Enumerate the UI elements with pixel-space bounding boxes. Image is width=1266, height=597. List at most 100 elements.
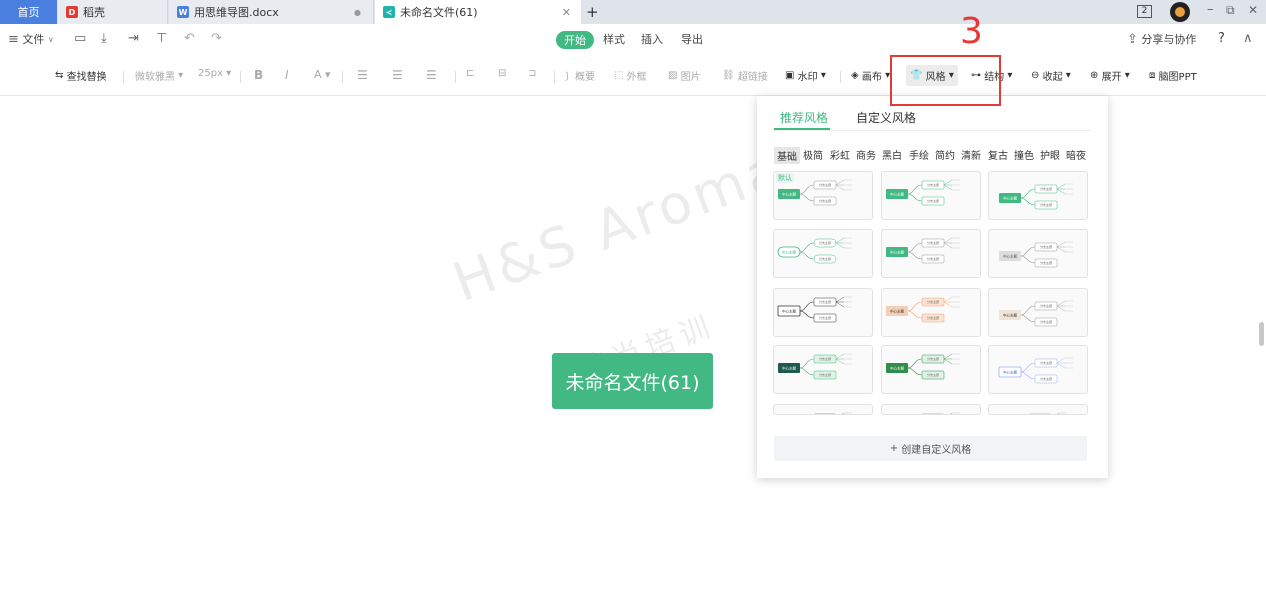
style-thumbnail[interactable]: 中心主题 分支主题 分支主题 <box>988 404 1088 415</box>
align-center-icon[interactable]: ☰ <box>392 68 403 82</box>
window-badge[interactable]: 2 <box>1137 5 1152 18</box>
tab-docx[interactable]: W 用思维导图.docx ● <box>169 0 374 24</box>
close-window-icon[interactable]: ✕ <box>1248 3 1258 17</box>
collapse-ribbon-icon[interactable]: ∧ <box>1243 31 1253 46</box>
font-color-button[interactable]: A ▾ <box>314 68 331 81</box>
tab-home[interactable]: 首页 <box>0 0 57 24</box>
share-button[interactable]: ⇪ 分享与协作 <box>1127 31 1196 47</box>
category-retro[interactable]: 复古 <box>988 147 1008 162</box>
summary-button[interactable]: 〕概要 <box>565 68 595 83</box>
category-eye-care[interactable]: 护眼 <box>1040 147 1060 162</box>
expand-label: 展开 <box>1101 72 1122 83</box>
category-business[interactable]: 商务 <box>856 147 876 162</box>
minimize-icon[interactable]: – <box>1207 2 1214 17</box>
close-icon[interactable]: ✕ <box>562 6 571 19</box>
new-tab-button[interactable]: + <box>586 0 602 24</box>
font-select[interactable]: 微软雅黑 ▾ <box>135 68 183 83</box>
align-right-icon[interactable]: ☰ <box>426 68 437 82</box>
style-thumbnail[interactable]: 中心主题 分支主题 分支主题 <box>988 229 1088 278</box>
expand-button[interactable]: ⊕ 展开 ▾ <box>1090 68 1130 83</box>
category-simple[interactable]: 简约 <box>935 147 955 162</box>
category-rainbow[interactable]: 彩虹 <box>830 147 850 162</box>
export-icon[interactable]: ⇥ <box>128 31 139 46</box>
preview-branch-line <box>907 367 923 376</box>
divider <box>840 71 841 83</box>
tab-mindmap[interactable]: ≺ 未命名文件(61) ✕ <box>375 0 581 24</box>
preview-leaf-line <box>943 184 953 191</box>
watermark-icon: ▣ <box>785 70 795 81</box>
image-button[interactable]: ▨ 图片 <box>668 68 701 83</box>
tab-bar: 首页 D 稻壳 W 用思维导图.docx ● ≺ 未命名文件(61) ✕ + 2… <box>0 0 1266 24</box>
preview-branch-line <box>907 193 923 202</box>
style-thumbnail[interactable]: 中心主题 分支主题 分支主题 <box>881 171 981 220</box>
preview-branch-label: 分支主题 <box>927 356 939 361</box>
image-icon: ▨ <box>668 70 678 81</box>
download-icon[interactable]: ⤓ <box>101 31 107 46</box>
style-thumbnail[interactable]: 中心主题 分支主题 分支主题 <box>881 404 981 415</box>
tab-recommended-style[interactable]: 推荐风格 <box>780 109 828 126</box>
style-thumbnail[interactable]: 中心主题 分支主题 分支主题 <box>773 288 873 337</box>
style-thumbnail[interactable]: 中心主题 分支主题 分支主题 <box>988 288 1088 337</box>
category-minimal[interactable]: 极简 <box>803 147 823 162</box>
link-button[interactable]: ⛓ 超链接 <box>722 68 768 83</box>
tab-export[interactable]: 导出 <box>681 31 703 47</box>
style-thumbnail[interactable]: 中心主题 分支主题 分支主题 <box>773 229 873 278</box>
canvas-button[interactable]: ◈ 画布 ▾ <box>851 68 890 83</box>
style-thumbnail[interactable]: 中心主题 分支主题 分支主题 <box>881 345 981 394</box>
preview-branch-label: 分支主题 <box>819 372 831 377</box>
insert-sibling-icon[interactable]: ⊟ <box>498 68 506 79</box>
preview-branch-label: 分支主题 <box>927 256 939 261</box>
style-thumbnail[interactable]: 中心主题 分支主题 分支主题 <box>988 171 1088 220</box>
format-painter-icon[interactable]: ⊤ <box>156 31 167 46</box>
plus-icon: + <box>889 443 899 454</box>
restore-icon[interactable]: ⧉ <box>1226 3 1235 18</box>
category-black-white[interactable]: 黑白 <box>882 147 902 162</box>
frame-button[interactable]: ⬚ 外框 <box>614 68 647 83</box>
tab-start[interactable]: 开始 <box>556 31 594 49</box>
style-thumbnail[interactable]: 中心主题 分支主题 分支主题 <box>773 404 873 415</box>
tab-export-label: 导出 <box>681 33 703 46</box>
help-button[interactable]: ? <box>1218 31 1225 46</box>
redo-icon[interactable]: ↷ <box>211 31 222 46</box>
avatar[interactable] <box>1170 2 1190 22</box>
preview-branch-label: 分支主题 <box>819 299 831 304</box>
category-dark[interactable]: 暗夜 <box>1066 147 1086 162</box>
save-icon[interactable]: ▭ <box>74 31 86 46</box>
find-replace-button[interactable]: ⇆ 查找替换 <box>55 68 107 83</box>
preview-branch-line <box>907 358 923 369</box>
preview-branch-label: 分支主题 <box>927 372 939 377</box>
category-contrast[interactable]: 撞色 <box>1014 147 1034 162</box>
file-menu[interactable]: ≡ 文件 ∨ <box>8 31 54 47</box>
insert-parent-icon[interactable]: ⊐ <box>528 68 536 79</box>
category-fresh[interactable]: 清新 <box>961 147 981 162</box>
preview-leaf-line <box>943 358 953 365</box>
mindmap-icon: ≺ <box>383 6 395 18</box>
preview-leaf-line <box>943 179 953 186</box>
align-left-icon[interactable]: ☰ <box>357 68 368 82</box>
style-thumbnail[interactable]: 中心主题 分支主题 分支主题 <box>881 288 981 337</box>
collapse-button[interactable]: ⊖ 收起 ▾ <box>1031 68 1071 83</box>
style-thumbnail[interactable]: 中心主题 分支主题 分支主题 <box>881 229 981 278</box>
style-thumbnail[interactable]: 中心主题 分支主题 分支主题 <box>988 345 1088 394</box>
style-thumbnail[interactable]: 中心主题 分支主题 分支主题 默认 <box>773 171 873 220</box>
vertical-scrollbar[interactable] <box>1259 322 1264 346</box>
size-select[interactable]: 25px ▾ <box>198 68 231 79</box>
category-hand-drawn[interactable]: 手绘 <box>909 147 929 162</box>
watermark-button[interactable]: ▣ 水印 ▾ <box>785 68 826 83</box>
insert-child-icon[interactable]: ⊏ <box>466 68 474 79</box>
word-icon: W <box>177 6 189 18</box>
style-thumbnail[interactable]: 中心主题 分支主题 分支主题 <box>773 345 873 394</box>
italic-button[interactable]: I <box>285 68 289 82</box>
preview-branch-label: 分支主题 <box>819 315 831 320</box>
create-custom-style-button[interactable]: + 创建自定义风格 <box>774 436 1087 461</box>
undo-icon[interactable]: ↶ <box>184 31 195 46</box>
bold-button[interactable]: B <box>254 68 263 82</box>
preview-center-label: 中心主题 <box>890 250 904 255</box>
tab-custom-style[interactable]: 自定义风格 <box>856 109 916 126</box>
tab-style[interactable]: 样式 <box>603 31 625 47</box>
tab-insert[interactable]: 插入 <box>641 31 663 47</box>
tab-daoke[interactable]: D 稻壳 <box>58 0 168 24</box>
ppt-button[interactable]: ⧈ 脑图PPT <box>1149 68 1197 83</box>
category-basic[interactable]: 基础 <box>774 147 800 164</box>
central-topic-node[interactable]: 未命名文件(61) <box>552 353 713 409</box>
